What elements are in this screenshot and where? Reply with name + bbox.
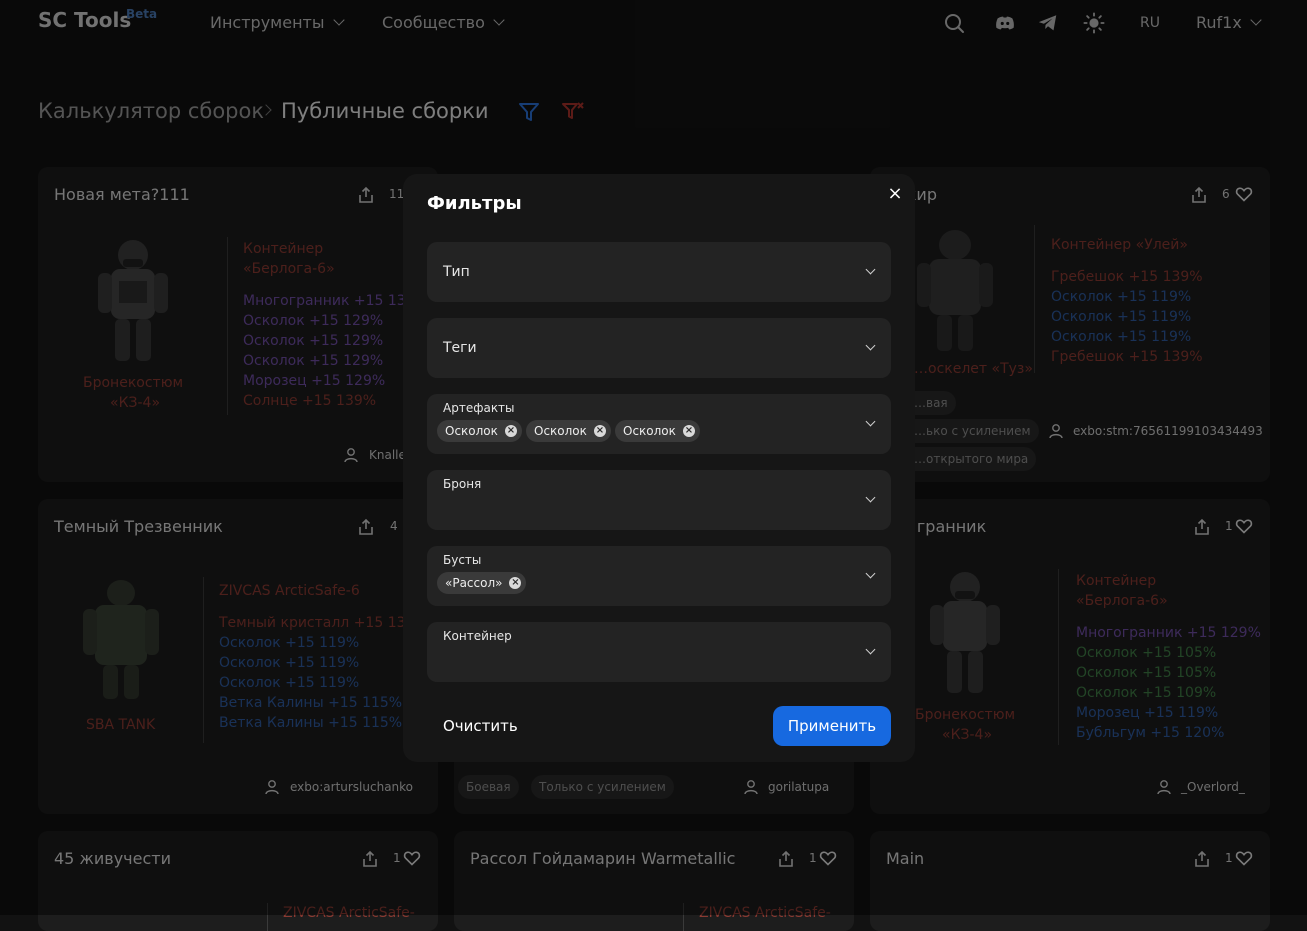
filter-artifacts-select[interactable]: Артефакты Осколок × Осколок × Осколок × [427,394,891,454]
selected-chip: Осколок × [615,420,700,442]
filter-type-select[interactable]: Тип [427,242,891,302]
chevron-down-icon [865,340,876,351]
selected-chip: Осколок × [526,420,611,442]
selected-chip: «Рассол» × [437,572,527,594]
filter-armor-select[interactable]: Броня [427,470,891,530]
filter-container-select[interactable]: Контейнер [427,622,891,682]
filter-tags-select[interactable]: Теги [427,318,891,378]
remove-chip-icon[interactable]: × [682,425,695,437]
filters-modal: Фильтры × Тип Теги Артефакты Осколок × О… [403,174,915,762]
field-label: Тип [443,264,470,280]
remove-chip-icon[interactable]: × [504,425,517,437]
selected-chip: Осколок × [437,420,522,442]
chevron-down-icon [865,644,876,655]
chip-label: Осколок [445,424,498,438]
chip-label: Осколок [623,424,676,438]
apply-button[interactable]: Применить [773,706,891,746]
remove-chip-icon[interactable]: × [593,425,606,437]
chip-label: «Рассол» [445,576,503,590]
field-label: Контейнер [443,629,512,643]
chevron-down-icon [865,264,876,275]
chevron-down-icon [865,492,876,503]
chevron-down-icon [865,416,876,427]
chevron-down-icon [865,568,876,579]
field-label: Теги [443,340,477,356]
remove-chip-icon[interactable]: × [509,577,522,589]
chip-label: Осколок [534,424,587,438]
field-label: Артефакты [443,401,515,415]
field-label: Броня [443,477,482,491]
clear-button[interactable]: Очистить [443,717,518,735]
page: SC Tools Beta Инструменты Сообщество RU … [0,0,1307,931]
close-icon[interactable]: × [887,185,903,203]
modal-title: Фильтры [427,193,522,214]
field-label: Бусты [443,553,482,567]
filter-boosts-select[interactable]: Бусты «Рассол» × [427,546,891,606]
